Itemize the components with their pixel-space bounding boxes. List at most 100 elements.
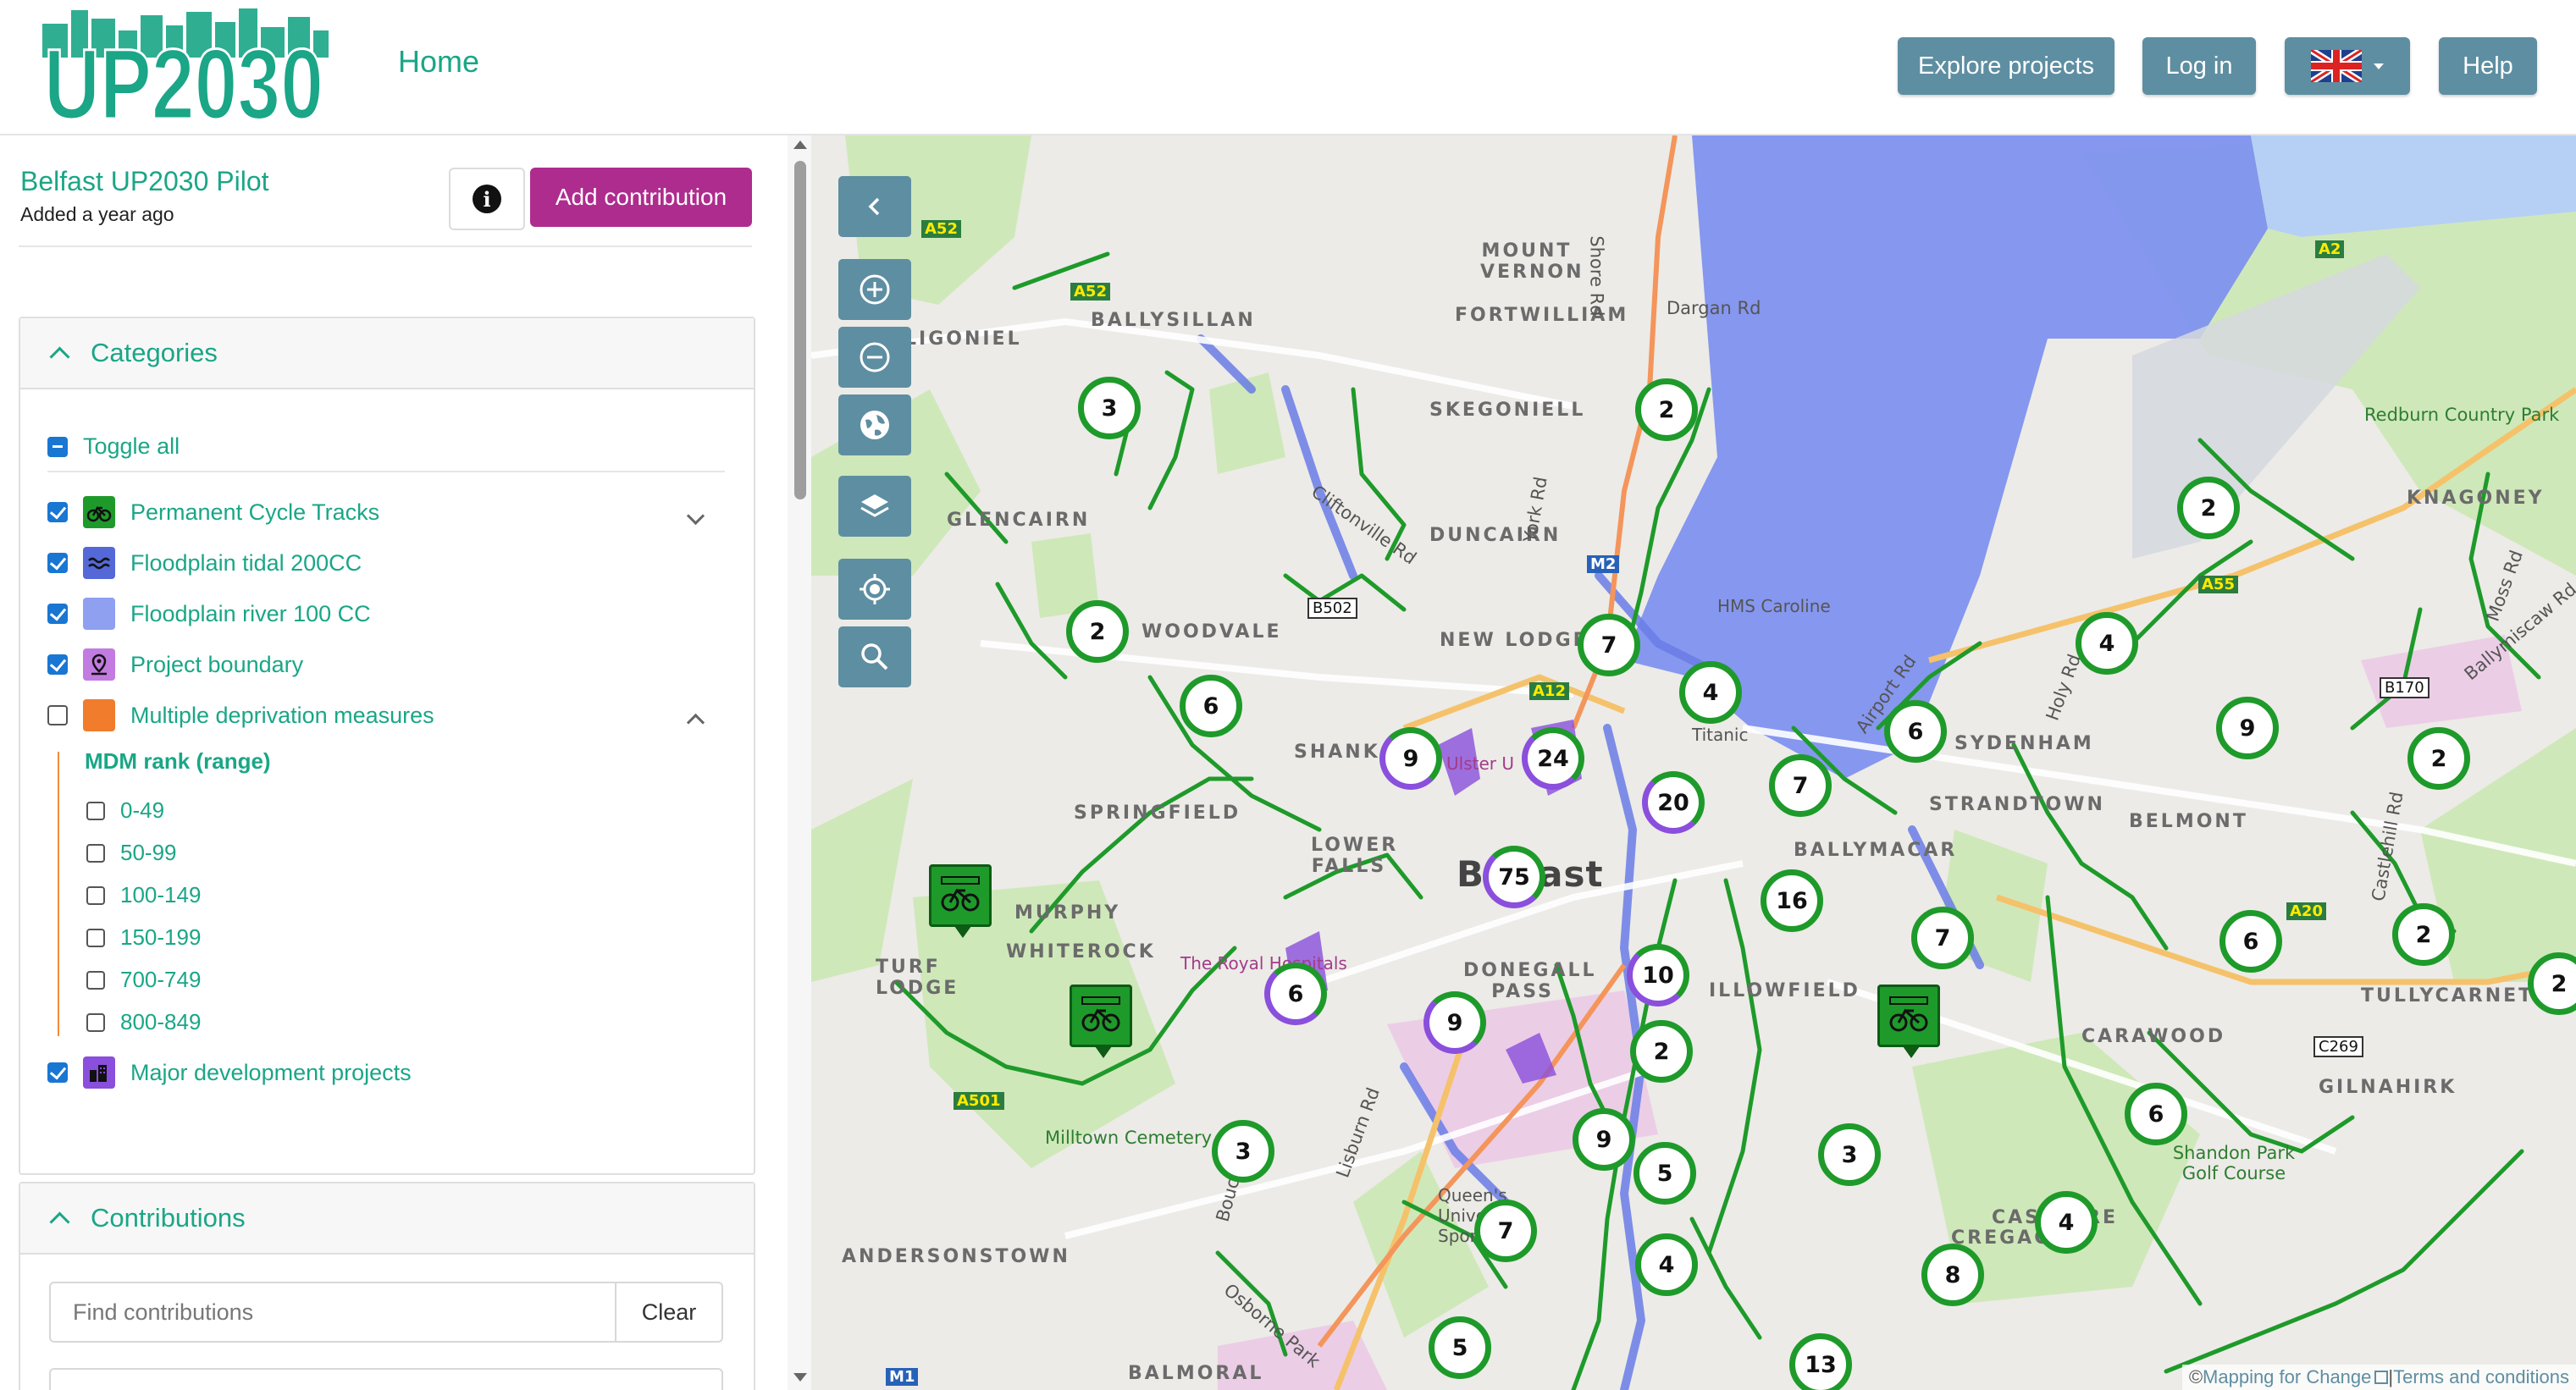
cluster-marker[interactable]: 4 <box>1679 661 1742 724</box>
category-checkbox[interactable] <box>47 603 68 624</box>
language-dropdown[interactable] <box>2285 37 2410 95</box>
cluster-marker[interactable]: 20 <box>1642 771 1705 834</box>
category-multiple-deprivation[interactable]: Multiple deprivation measures <box>47 699 434 731</box>
mdm-range-option[interactable]: 0-49 <box>86 797 164 824</box>
cluster-marker[interactable]: 9 <box>1423 991 1486 1054</box>
zoom-in-button[interactable] <box>838 259 911 320</box>
cycle-track-marker[interactable] <box>929 864 992 938</box>
cluster-marker[interactable]: 2 <box>1630 1020 1693 1083</box>
terms-link[interactable]: Terms and conditions <box>2393 1366 2569 1388</box>
cycle-track-marker[interactable] <box>1070 985 1132 1058</box>
contributions-header[interactable]: Contributions <box>20 1183 754 1255</box>
category-project-boundary[interactable]: Project boundary <box>47 648 303 681</box>
cluster-marker[interactable]: 6 <box>2219 910 2282 973</box>
mdm-range-option[interactable]: 150-199 <box>86 924 201 951</box>
cluster-marker[interactable]: 75 <box>1483 846 1545 908</box>
layers-button[interactable] <box>838 476 911 537</box>
help-button[interactable]: Help <box>2439 37 2537 95</box>
toggle-all-checkbox[interactable] <box>47 436 68 457</box>
scroll-up-arrow-icon[interactable] <box>793 141 807 149</box>
cluster-marker[interactable]: 9 <box>2216 697 2279 759</box>
cluster-marker[interactable]: 7 <box>1474 1200 1537 1262</box>
cluster-marker[interactable]: 10 <box>1627 944 1689 1007</box>
place-label: SPRINGFIELD <box>1074 803 1241 824</box>
cluster-marker[interactable]: 2 <box>2392 903 2455 966</box>
cluster-marker[interactable]: 3 <box>1078 377 1141 439</box>
search-icon <box>861 643 888 670</box>
clear-search-button[interactable]: Clear <box>616 1282 723 1343</box>
cycle-track-marker[interactable] <box>1877 985 1940 1058</box>
cluster-marker[interactable]: 4 <box>2035 1191 2098 1254</box>
project-info-button[interactable]: i <box>449 168 525 230</box>
toggle-all[interactable]: Toggle all <box>47 433 180 460</box>
cluster-marker[interactable]: 7 <box>1769 754 1832 817</box>
category-checkbox[interactable] <box>47 654 68 675</box>
zoom-out-button[interactable] <box>838 327 911 388</box>
category-checkbox[interactable] <box>47 1062 68 1083</box>
category-floodplain-river[interactable]: Floodplain river 100 CC <box>47 598 371 630</box>
mdm-range-option[interactable]: 50-99 <box>86 840 177 866</box>
collapse-sidebar-button[interactable] <box>838 176 911 237</box>
cluster-marker[interactable]: 9 <box>1573 1108 1635 1171</box>
mdm-range-option[interactable]: 100-149 <box>86 882 201 908</box>
range-checkbox[interactable] <box>86 928 105 947</box>
cluster-marker[interactable]: 3 <box>1212 1120 1274 1183</box>
chevron-up-icon[interactable] <box>686 713 705 732</box>
range-checkbox[interactable] <box>86 843 105 863</box>
range-checkbox[interactable] <box>86 801 105 820</box>
cluster-marker[interactable]: 2 <box>2177 477 2240 539</box>
cluster-marker[interactable]: 2 <box>1066 600 1129 663</box>
project-title[interactable]: Belfast UP2030 Pilot <box>20 166 269 197</box>
cluster-marker[interactable]: 24 <box>1522 727 1584 790</box>
scrollbar-thumb[interactable] <box>794 161 806 499</box>
map-view[interactable]: BALLYSILLAN LIGONIEL GLENCAIRN WOODVALE … <box>811 135 2576 1390</box>
explore-projects-button[interactable]: Explore projects <box>1898 37 2114 95</box>
chevron-down-icon[interactable] <box>686 506 705 526</box>
range-checkbox[interactable] <box>86 1012 105 1032</box>
add-contribution-button[interactable]: Add contribution <box>530 168 752 227</box>
cluster-marker[interactable]: 6 <box>1264 963 1327 1025</box>
cluster-marker[interactable]: 16 <box>1761 869 1823 932</box>
category-permanent-cycle-tracks[interactable]: Permanent Cycle Tracks <box>47 496 379 528</box>
category-checkbox[interactable] <box>47 501 68 522</box>
contributions-filter-field[interactable] <box>49 1368 723 1390</box>
locate-me-button[interactable] <box>838 559 911 620</box>
mdm-range-title: MDM rank (range) <box>85 748 271 774</box>
place-label: BALMORAL <box>1128 1363 1264 1384</box>
home-link[interactable]: Home <box>398 44 479 80</box>
category-checkbox[interactable] <box>47 705 68 725</box>
cluster-marker[interactable]: 5 <box>1429 1316 1491 1379</box>
find-contributions-input[interactable]: Find contributions <box>49 1282 616 1343</box>
range-label: 700-749 <box>120 967 202 992</box>
mdm-range-option[interactable]: 700-749 <box>86 967 201 993</box>
cluster-marker[interactable]: 6 <box>1180 675 1242 737</box>
cluster-marker[interactable]: 7 <box>1911 907 1974 969</box>
sidebar-scrollbar[interactable] <box>788 135 811 1390</box>
login-button[interactable]: Log in <box>2142 37 2256 95</box>
map-search-button[interactable] <box>838 626 911 687</box>
range-checkbox[interactable] <box>86 885 105 905</box>
up2030-logo[interactable]: UP2030 <box>37 7 330 125</box>
cluster-marker[interactable]: 8 <box>1921 1244 1984 1306</box>
mdm-range-option[interactable]: 800-849 <box>86 1009 201 1035</box>
category-major-development[interactable]: Major development projects <box>47 1056 412 1089</box>
place-label: MOUNT VERNON <box>1480 240 1584 283</box>
categories-header[interactable]: Categories <box>20 318 754 389</box>
cluster-marker[interactable]: 6 <box>2125 1083 2187 1145</box>
cluster-marker[interactable]: 2 <box>2407 727 2470 790</box>
cluster-marker[interactable]: 3 <box>1818 1123 1881 1186</box>
scroll-down-arrow-icon[interactable] <box>793 1373 807 1382</box>
cluster-marker[interactable]: 9 <box>1379 727 1442 790</box>
cluster-marker[interactable]: 6 <box>1884 700 1947 763</box>
cluster-marker[interactable]: 13 <box>1789 1333 1852 1390</box>
cluster-marker[interactable]: 2 <box>1635 378 1698 441</box>
cluster-marker[interactable]: 4 <box>2076 612 2138 675</box>
cluster-marker[interactable]: 4 <box>1635 1233 1698 1296</box>
full-extent-button[interactable] <box>838 394 911 455</box>
cluster-marker[interactable]: 7 <box>1578 614 1640 676</box>
range-checkbox[interactable] <box>86 970 105 990</box>
category-checkbox[interactable] <box>47 552 68 573</box>
mapping-for-change-link[interactable]: Mapping for Change <box>2203 1366 2371 1388</box>
cluster-marker[interactable]: 5 <box>1633 1142 1696 1205</box>
category-floodplain-tidal[interactable]: Floodplain tidal 200CC <box>47 547 362 579</box>
